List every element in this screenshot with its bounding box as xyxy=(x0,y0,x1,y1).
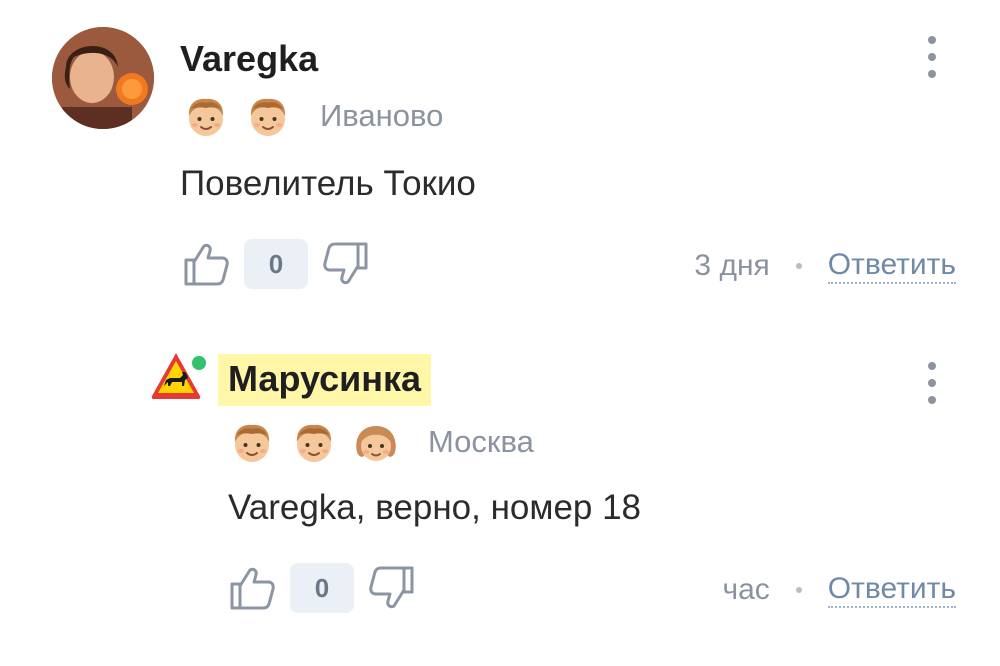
boy-badge-icon xyxy=(182,92,230,140)
boy-badge-icon xyxy=(228,418,276,466)
author-name[interactable]: Марусинка xyxy=(218,354,432,406)
more-options-button[interactable] xyxy=(926,362,938,404)
comment-footer: час Ответить xyxy=(722,572,956,608)
comment-time: 3 дня xyxy=(694,249,770,282)
more-dot-icon xyxy=(928,70,936,78)
author-city: Москва xyxy=(428,424,534,459)
comment-text: Varegka, верно, номер 18 xyxy=(228,488,642,527)
comment-time: час xyxy=(722,573,770,606)
thumbs-up-icon[interactable] xyxy=(180,238,232,290)
boy-badge-icon xyxy=(244,92,292,140)
thumbs-up-icon[interactable] xyxy=(226,562,278,614)
author-meta: Москва xyxy=(228,418,534,466)
boy-badge-icon xyxy=(290,418,338,466)
reply-link[interactable]: Ответить xyxy=(827,572,956,608)
thumbs-down-icon[interactable] xyxy=(320,238,372,290)
comment: Varegka Иваново Повелитель Токио 0 3 дня… xyxy=(0,0,1000,320)
more-dot-icon xyxy=(928,53,936,61)
more-dot-icon xyxy=(928,362,936,370)
author-meta: Иваново xyxy=(182,92,443,140)
vote-controls: 0 xyxy=(180,238,372,290)
online-status-indicator xyxy=(189,353,209,373)
more-dot-icon xyxy=(928,36,936,44)
girl-badge-icon xyxy=(352,418,400,466)
comment: Марусинка Москва Varegka, верно, номер 1… xyxy=(0,330,1000,666)
more-dot-icon xyxy=(928,379,936,387)
vote-score: 0 xyxy=(290,563,354,613)
more-options-button[interactable] xyxy=(926,36,938,78)
author-name[interactable]: Varegka xyxy=(180,38,318,80)
thumbs-down-icon[interactable] xyxy=(366,562,418,614)
reply-link[interactable]: Ответить xyxy=(827,248,956,284)
vote-controls: 0 xyxy=(226,562,418,614)
author-city: Иваново xyxy=(320,98,444,133)
separator-dot xyxy=(795,587,802,593)
vote-score: 0 xyxy=(244,239,308,289)
more-dot-icon xyxy=(928,396,936,404)
comment-footer: 3 дня Ответить xyxy=(694,248,956,284)
separator-dot xyxy=(795,263,802,269)
comment-text: Повелитель Токио xyxy=(180,164,476,203)
avatar[interactable] xyxy=(52,27,154,129)
